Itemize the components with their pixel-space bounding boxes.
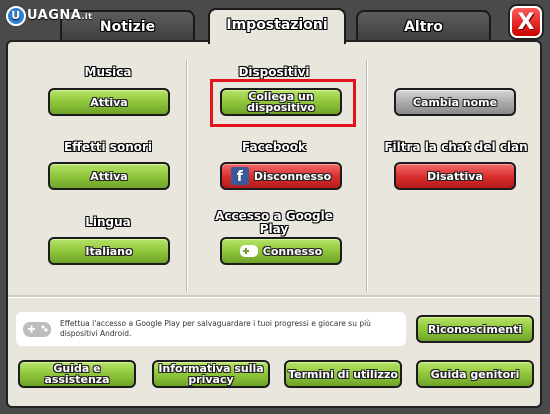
tab-impostazioni[interactable]: Impostazioni [208, 8, 346, 44]
credits-button[interactable]: Riconoscimenti [416, 315, 534, 343]
info-text-line1: Effettua l'accesso a Google Play per sal… [60, 319, 371, 328]
facebook-label-text: Facebook [242, 140, 306, 154]
column-divider [366, 60, 367, 292]
google-play-label: Accesso a Google Play [204, 210, 344, 236]
google-play-label-line2: Play [259, 222, 289, 236]
gamepad-icon [239, 245, 258, 257]
facebook-label: Facebook [214, 141, 334, 154]
privacy-button[interactable]: Informativa sulla privacy [152, 360, 270, 388]
devices-label: Dispositivi [214, 66, 334, 79]
facebook-icon: f [230, 167, 249, 185]
section-divider [8, 295, 540, 298]
google-play-button-label: Connesso [262, 244, 323, 258]
language-label-text: Lingua [85, 215, 131, 229]
help-button[interactable]: Guida e assistenza [18, 360, 136, 388]
language-label: Lingua [48, 216, 168, 229]
column-divider [186, 60, 187, 292]
clan-chat-filter-label-text: Filtra la chat del clan [384, 140, 528, 154]
connect-device-label-2: dispositivo [247, 101, 315, 114]
music-label-text: Musica [84, 65, 132, 79]
change-name-button[interactable]: Cambia nome [394, 88, 516, 116]
settings-panel: Musica Attiva Effetti sonori Attiva Ling… [6, 40, 542, 408]
connect-device-button[interactable]: Collega un dispositivo [220, 88, 342, 116]
privacy-label-2: privacy [188, 373, 234, 386]
parents-guide-button[interactable]: Guida genitori [416, 360, 534, 388]
tab-altro[interactable]: Altro [356, 10, 491, 40]
language-select-button[interactable]: Italiano [48, 237, 170, 265]
tab-bar: Notizie Impostazioni Altro [60, 8, 500, 44]
gamepad-icon [23, 322, 51, 337]
devices-label-text: Dispositivi [238, 65, 310, 79]
info-text-line2: dispositivi Android. [60, 329, 132, 338]
google-play-connect-button[interactable]: Connesso [220, 237, 342, 265]
facebook-button-label: Disconnesso [253, 169, 332, 183]
music-label: Musica [48, 66, 168, 79]
google-play-info-text: Effettua l'accesso a Google Play per sal… [60, 319, 371, 339]
sound-effects-label-text: Effetti sonori [63, 140, 153, 154]
music-toggle-button[interactable]: Attiva [48, 88, 170, 116]
close-button[interactable]: X [510, 6, 542, 38]
terms-button[interactable]: Termini di utilizzo [284, 360, 402, 388]
watermark-text: UAGNA [27, 8, 82, 23]
settings-window: U UAGNA.it Notizie Impostazioni Altro X M… [0, 0, 550, 414]
watermark-u-icon: U [6, 6, 26, 26]
sound-effects-toggle-button[interactable]: Attiva [48, 162, 170, 190]
sound-effects-label: Effetti sonori [38, 141, 178, 154]
facebook-connect-button[interactable]: f Disconnesso [220, 162, 342, 190]
clan-chat-filter-button[interactable]: Disattiva [394, 162, 516, 190]
watermark-logo: U UAGNA.it [6, 6, 92, 26]
google-play-info-box: Effettua l'accesso a Google Play per sal… [16, 312, 406, 346]
clan-chat-filter-label: Filtra la chat del clan [378, 141, 534, 154]
watermark-suffix: .it [81, 12, 93, 21]
